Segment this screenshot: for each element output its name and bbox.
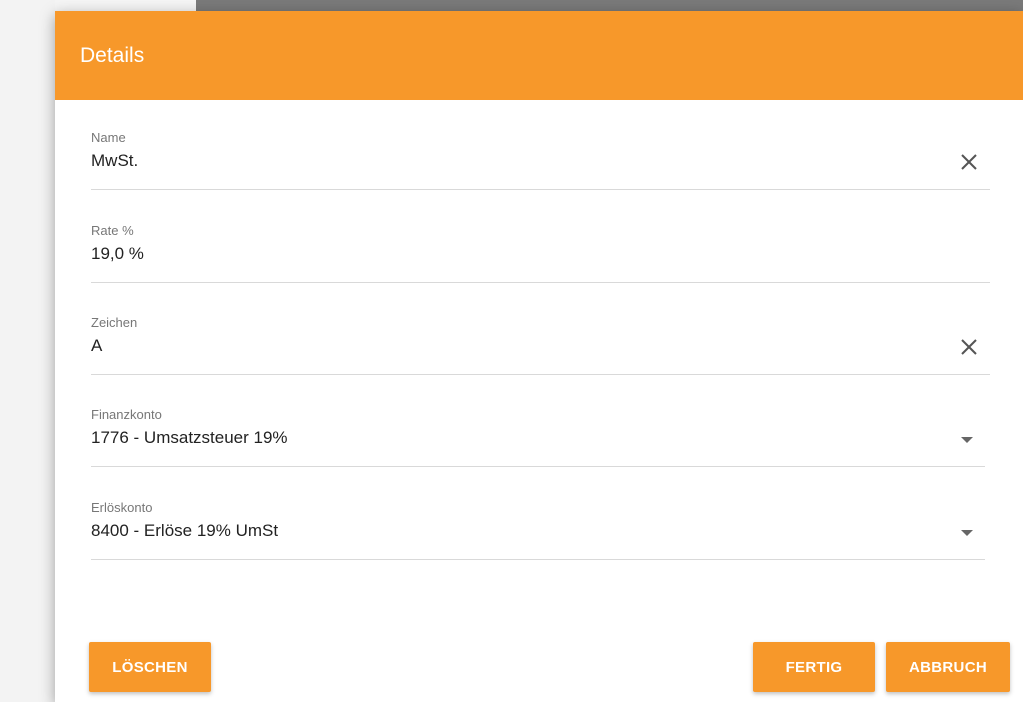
name-field[interactable]: Name MwSt. xyxy=(91,130,990,190)
rate-label: Rate % xyxy=(91,223,134,238)
rate-field[interactable]: Rate % 19,0 % xyxy=(91,223,990,283)
erloeskonto-select[interactable]: Erlöskonto 8400 - Erlöse 19% UmSt xyxy=(91,500,985,560)
zeichen-input[interactable]: A xyxy=(91,336,102,356)
erloeskonto-value[interactable]: 8400 - Erlöse 19% UmSt xyxy=(91,521,278,541)
finanzkonto-select[interactable]: Finanzkonto 1776 - Umsatzsteuer 19% xyxy=(91,407,985,467)
dialog-title: Details xyxy=(80,43,145,67)
erloeskonto-dropdown-arrow-icon[interactable] xyxy=(961,530,973,536)
dialog-header: Details xyxy=(55,11,1023,100)
name-clear-icon[interactable] xyxy=(958,151,980,173)
details-dialog: Details Name MwSt. Rate % 19,0 % Zeichen… xyxy=(55,11,1023,702)
background-panel xyxy=(0,0,55,702)
zeichen-clear-icon[interactable] xyxy=(958,336,980,358)
rate-input[interactable]: 19,0 % xyxy=(91,244,144,264)
zeichen-field[interactable]: Zeichen A xyxy=(91,315,990,375)
finanzkonto-label: Finanzkonto xyxy=(91,407,162,422)
done-button[interactable]: FERTIG xyxy=(753,642,875,692)
cancel-button[interactable]: ABBRUCH xyxy=(886,642,1010,692)
finanzkonto-value[interactable]: 1776 - Umsatzsteuer 19% xyxy=(91,428,288,448)
zeichen-label: Zeichen xyxy=(91,315,138,330)
erloeskonto-label: Erlöskonto xyxy=(91,500,153,515)
name-input[interactable]: MwSt. xyxy=(91,151,138,171)
delete-button[interactable]: LÖSCHEN xyxy=(89,642,211,692)
finanzkonto-dropdown-arrow-icon[interactable] xyxy=(961,437,973,443)
name-label: Name xyxy=(91,130,126,145)
